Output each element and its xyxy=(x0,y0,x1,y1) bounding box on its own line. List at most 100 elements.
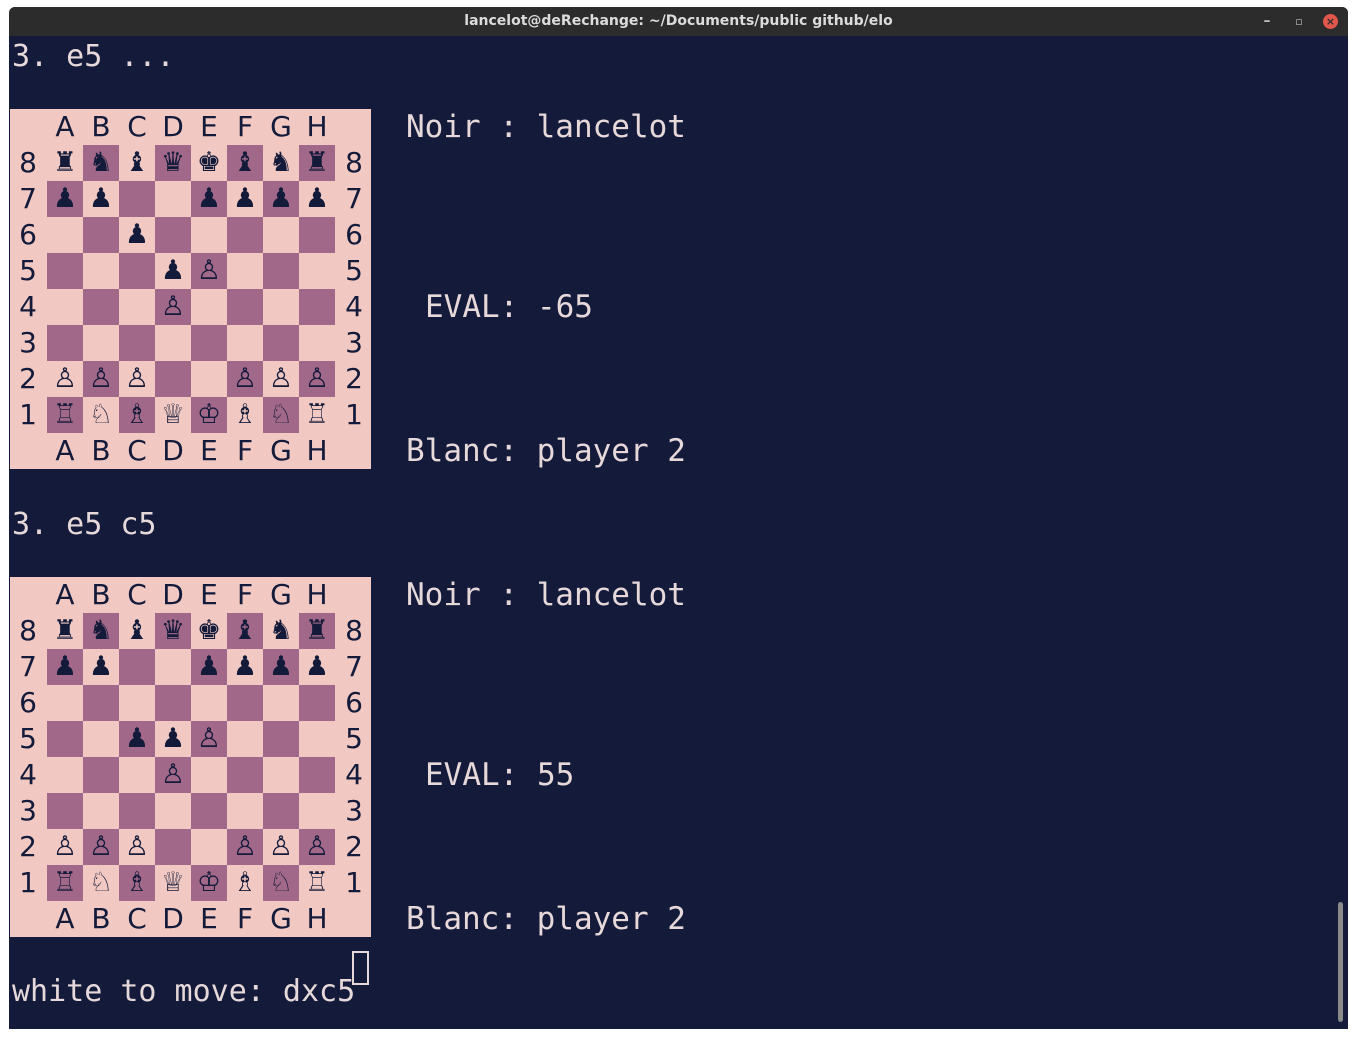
close-icon[interactable]: × xyxy=(1323,14,1338,29)
board-square xyxy=(47,217,83,253)
board-square xyxy=(83,685,119,721)
chess-piece: ♖ xyxy=(52,867,78,898)
rank-label: 3 xyxy=(19,326,37,359)
chess-piece: ♙ xyxy=(52,831,78,862)
chess-piece: ♟ xyxy=(268,183,294,214)
chess-piece: ♚ xyxy=(196,147,222,178)
file-label: A xyxy=(55,902,75,935)
chess-piece: ♞ xyxy=(88,615,114,646)
rank-label: 6 xyxy=(19,686,37,719)
chess-piece: ♙ xyxy=(88,363,114,394)
chess-piece: ♔ xyxy=(196,399,222,430)
board-square xyxy=(155,325,191,361)
file-label: C xyxy=(127,110,147,143)
board-square xyxy=(227,685,263,721)
chess-piece: ♘ xyxy=(88,867,114,898)
file-label: B xyxy=(91,434,111,467)
rank-label: 5 xyxy=(19,722,37,755)
chess-piece: ♝ xyxy=(124,147,150,178)
board-square xyxy=(47,793,83,829)
chess-piece: ♙ xyxy=(232,831,258,862)
board-square xyxy=(47,757,83,793)
board-square xyxy=(155,181,191,217)
board-square xyxy=(263,685,299,721)
file-label: D xyxy=(162,434,184,467)
rank-label: 1 xyxy=(345,398,363,431)
chess-piece: ♖ xyxy=(52,399,78,430)
board-square xyxy=(155,649,191,685)
chess-piece: ♟ xyxy=(52,651,78,682)
chess-piece: ♜ xyxy=(304,147,330,178)
chess-piece: ♙ xyxy=(304,363,330,394)
file-label: B xyxy=(91,902,111,935)
move-line-1: 3. e5 ... xyxy=(12,39,175,74)
chess-piece: ♛ xyxy=(160,615,186,646)
board-square xyxy=(299,721,335,757)
file-label: E xyxy=(200,434,218,467)
board-square xyxy=(47,721,83,757)
scrollbar[interactable] xyxy=(1334,36,1348,1029)
board-square xyxy=(47,253,83,289)
chess-piece: ♗ xyxy=(232,399,258,430)
chess-piece: ♞ xyxy=(88,147,114,178)
chess-piece: ♙ xyxy=(304,831,330,862)
minimize-icon[interactable]: – xyxy=(1257,7,1277,36)
terminal-window: lancelot@deRechange: ~/Documents/public … xyxy=(9,7,1348,1029)
chess-piece: ♝ xyxy=(232,615,258,646)
chess-piece: ♚ xyxy=(196,615,222,646)
chess-piece: ♗ xyxy=(232,867,258,898)
rank-label: 3 xyxy=(345,326,363,359)
noir-player-1: Noir : lancelot xyxy=(406,109,686,145)
text-cursor xyxy=(352,951,369,985)
board-square xyxy=(191,289,227,325)
terminal-output[interactable]: 3. e5 ... AABBCCDDEEFFGGHH88776655443322… xyxy=(9,36,1334,1029)
rank-label: 7 xyxy=(345,182,363,215)
file-label: H xyxy=(306,902,328,935)
board-square xyxy=(227,289,263,325)
file-label: A xyxy=(55,110,75,143)
file-label: G xyxy=(270,902,292,935)
file-label: G xyxy=(270,434,292,467)
chess-piece: ♟ xyxy=(52,183,78,214)
board-square xyxy=(47,289,83,325)
board-square xyxy=(83,721,119,757)
maximize-icon[interactable]: ▫ xyxy=(1289,7,1309,36)
rank-label: 7 xyxy=(345,650,363,683)
file-label: B xyxy=(91,110,111,143)
rank-label: 6 xyxy=(19,218,37,251)
rank-label: 7 xyxy=(19,650,37,683)
chess-piece: ♟ xyxy=(268,651,294,682)
board-square xyxy=(155,217,191,253)
board-square xyxy=(119,649,155,685)
rank-label: 2 xyxy=(19,362,37,395)
board-square xyxy=(299,793,335,829)
chess-piece: ♟ xyxy=(196,651,222,682)
board-square xyxy=(119,685,155,721)
file-label: A xyxy=(55,578,75,611)
rank-label: 5 xyxy=(345,254,363,287)
file-label: H xyxy=(306,578,328,611)
chess-piece: ♝ xyxy=(124,615,150,646)
board-square xyxy=(191,361,227,397)
chess-piece: ♕ xyxy=(160,867,186,898)
board-square xyxy=(47,685,83,721)
board-square xyxy=(155,685,191,721)
rank-label: 1 xyxy=(345,866,363,899)
board-square xyxy=(119,181,155,217)
chess-piece: ♟ xyxy=(304,183,330,214)
blanc-player-2: Blanc: player 2 xyxy=(406,901,686,937)
rank-label: 4 xyxy=(345,758,363,791)
board-square xyxy=(299,685,335,721)
board-square xyxy=(227,757,263,793)
board-square xyxy=(263,721,299,757)
board-square xyxy=(83,289,119,325)
file-label: C xyxy=(127,902,147,935)
chess-piece: ♘ xyxy=(268,867,294,898)
chess-piece: ♞ xyxy=(268,615,294,646)
rank-label: 5 xyxy=(345,722,363,755)
title-bar[interactable]: lancelot@deRechange: ~/Documents/public … xyxy=(9,7,1348,36)
eval-2: EVAL: 55 xyxy=(425,757,575,793)
scrollbar-thumb[interactable] xyxy=(1338,902,1343,1022)
rank-label: 8 xyxy=(19,146,37,179)
file-label: F xyxy=(236,110,254,143)
